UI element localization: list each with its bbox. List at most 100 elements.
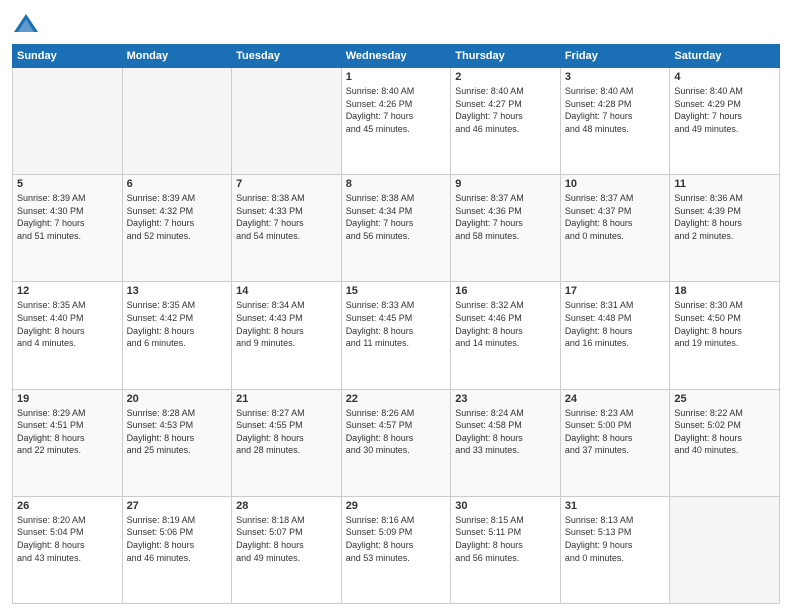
calendar-cell: 24 Sunrise: 8:23 AMSunset: 5:00 PMDayligh…	[560, 389, 670, 496]
cell-content: Sunrise: 8:39 AMSunset: 4:30 PMDaylight:…	[17, 192, 118, 242]
cell-content: Sunrise: 8:29 AMSunset: 4:51 PMDaylight:…	[17, 407, 118, 457]
cell-content: Sunrise: 8:39 AMSunset: 4:32 PMDaylight:…	[127, 192, 228, 242]
day-number: 8	[346, 178, 447, 190]
cell-content: Sunrise: 8:40 AMSunset: 4:26 PMDaylight:…	[346, 85, 447, 135]
header	[12, 10, 780, 38]
calendar-cell: 26 Sunrise: 8:20 AMSunset: 5:04 PMDayligh…	[13, 496, 123, 603]
cell-content: Sunrise: 8:22 AMSunset: 5:02 PMDaylight:…	[674, 407, 775, 457]
day-number: 17	[565, 285, 666, 297]
day-number: 2	[455, 71, 556, 83]
cell-content: Sunrise: 8:34 AMSunset: 4:43 PMDaylight:…	[236, 299, 337, 349]
calendar-cell: 1 Sunrise: 8:40 AMSunset: 4:26 PMDaylight…	[341, 68, 451, 175]
day-number: 26	[17, 500, 118, 512]
cell-content: Sunrise: 8:19 AMSunset: 5:06 PMDaylight:…	[127, 514, 228, 564]
logo	[12, 10, 44, 38]
calendar-week-2: 5 Sunrise: 8:39 AMSunset: 4:30 PMDaylight…	[13, 175, 780, 282]
calendar-cell: 11 Sunrise: 8:36 AMSunset: 4:39 PMDayligh…	[670, 175, 780, 282]
calendar-week-1: 1 Sunrise: 8:40 AMSunset: 4:26 PMDaylight…	[13, 68, 780, 175]
calendar-cell	[122, 68, 232, 175]
calendar-cell: 2 Sunrise: 8:40 AMSunset: 4:27 PMDaylight…	[451, 68, 561, 175]
calendar-cell	[670, 496, 780, 603]
cell-content: Sunrise: 8:38 AMSunset: 4:34 PMDaylight:…	[346, 192, 447, 242]
cell-content: Sunrise: 8:40 AMSunset: 4:29 PMDaylight:…	[674, 85, 775, 135]
calendar-cell: 9Sunrise: 8:37 AMSunset: 4:36 PMDaylight…	[451, 175, 561, 282]
calendar-cell: 27 Sunrise: 8:19 AMSunset: 5:06 PMDayligh…	[122, 496, 232, 603]
day-number: 1	[346, 71, 447, 83]
calendar-cell: 21 Sunrise: 8:27 AMSunset: 4:55 PMDayligh…	[232, 389, 342, 496]
cell-content: Sunrise: 8:15 AMSunset: 5:11 PMDaylight:…	[455, 514, 556, 564]
cell-content: Sunrise: 8:35 AMSunset: 4:40 PMDaylight:…	[17, 299, 118, 349]
calendar-cell: 14 Sunrise: 8:34 AMSunset: 4:43 PMDayligh…	[232, 282, 342, 389]
day-number: 29	[346, 500, 447, 512]
cell-content: Sunrise: 8:23 AMSunset: 5:00 PMDaylight:…	[565, 407, 666, 457]
day-number: 30	[455, 500, 556, 512]
calendar-cell: 16Sunrise: 8:32 AMSunset: 4:46 PMDayligh…	[451, 282, 561, 389]
day-number: 11	[674, 178, 775, 190]
cell-content: Sunrise: 8:18 AMSunset: 5:07 PMDaylight:…	[236, 514, 337, 564]
calendar-cell: 15 Sunrise: 8:33 AMSunset: 4:45 PMDayligh…	[341, 282, 451, 389]
page-container: SundayMondayTuesdayWednesdayThursdayFrid…	[0, 0, 792, 612]
weekday-header-friday: Friday	[560, 45, 670, 68]
calendar-cell: 3 Sunrise: 8:40 AMSunset: 4:28 PMDaylight…	[560, 68, 670, 175]
weekday-header-thursday: Thursday	[451, 45, 561, 68]
calendar-cell: 29 Sunrise: 8:16 AMSunset: 5:09 PMDayligh…	[341, 496, 451, 603]
day-number: 13	[127, 285, 228, 297]
day-number: 24	[565, 393, 666, 405]
calendar-week-3: 12 Sunrise: 8:35 AMSunset: 4:40 PMDayligh…	[13, 282, 780, 389]
day-number: 16	[455, 285, 556, 297]
calendar-cell: 4 Sunrise: 8:40 AMSunset: 4:29 PMDaylight…	[670, 68, 780, 175]
day-number: 14	[236, 285, 337, 297]
calendar-cell	[232, 68, 342, 175]
cell-content: Sunrise: 8:26 AMSunset: 4:57 PMDaylight:…	[346, 407, 447, 457]
day-number: 7	[236, 178, 337, 190]
calendar-week-4: 19Sunrise: 8:29 AMSunset: 4:51 PMDayligh…	[13, 389, 780, 496]
day-number: 5	[17, 178, 118, 190]
calendar-cell: 28Sunrise: 8:18 AMSunset: 5:07 PMDayligh…	[232, 496, 342, 603]
calendar-cell: 25 Sunrise: 8:22 AMSunset: 5:02 PMDayligh…	[670, 389, 780, 496]
calendar-cell: 5 Sunrise: 8:39 AMSunset: 4:30 PMDaylight…	[13, 175, 123, 282]
logo-icon	[12, 10, 40, 38]
day-number: 25	[674, 393, 775, 405]
calendar: SundayMondayTuesdayWednesdayThursdayFrid…	[12, 44, 780, 604]
cell-content: Sunrise: 8:16 AMSunset: 5:09 PMDaylight:…	[346, 514, 447, 564]
day-number: 3	[565, 71, 666, 83]
day-number: 6	[127, 178, 228, 190]
calendar-cell: 13 Sunrise: 8:35 AMSunset: 4:42 PMDayligh…	[122, 282, 232, 389]
calendar-cell: 6 Sunrise: 8:39 AMSunset: 4:32 PMDaylight…	[122, 175, 232, 282]
cell-content: Sunrise: 8:27 AMSunset: 4:55 PMDaylight:…	[236, 407, 337, 457]
cell-content: Sunrise: 8:38 AMSunset: 4:33 PMDaylight:…	[236, 192, 337, 242]
cell-content: Sunrise: 8:37 AMSunset: 4:36 PMDaylight:…	[455, 192, 556, 242]
calendar-cell: 7 Sunrise: 8:38 AMSunset: 4:33 PMDaylight…	[232, 175, 342, 282]
weekday-header-wednesday: Wednesday	[341, 45, 451, 68]
calendar-cell: 19Sunrise: 8:29 AMSunset: 4:51 PMDayligh…	[13, 389, 123, 496]
day-number: 27	[127, 500, 228, 512]
weekday-header-tuesday: Tuesday	[232, 45, 342, 68]
day-number: 18	[674, 285, 775, 297]
cell-content: Sunrise: 8:36 AMSunset: 4:39 PMDaylight:…	[674, 192, 775, 242]
day-number: 23	[455, 393, 556, 405]
cell-content: Sunrise: 8:13 AMSunset: 5:13 PMDaylight:…	[565, 514, 666, 564]
cell-content: Sunrise: 8:30 AMSunset: 4:50 PMDaylight:…	[674, 299, 775, 349]
day-number: 15	[346, 285, 447, 297]
day-number: 21	[236, 393, 337, 405]
cell-content: Sunrise: 8:33 AMSunset: 4:45 PMDaylight:…	[346, 299, 447, 349]
calendar-cell: 8 Sunrise: 8:38 AMSunset: 4:34 PMDaylight…	[341, 175, 451, 282]
day-number: 31	[565, 500, 666, 512]
weekday-header-sunday: Sunday	[13, 45, 123, 68]
weekday-header-saturday: Saturday	[670, 45, 780, 68]
cell-content: Sunrise: 8:28 AMSunset: 4:53 PMDaylight:…	[127, 407, 228, 457]
cell-content: Sunrise: 8:20 AMSunset: 5:04 PMDaylight:…	[17, 514, 118, 564]
day-number: 12	[17, 285, 118, 297]
calendar-cell: 30 Sunrise: 8:15 AMSunset: 5:11 PMDayligh…	[451, 496, 561, 603]
cell-content: Sunrise: 8:31 AMSunset: 4:48 PMDaylight:…	[565, 299, 666, 349]
calendar-cell: 22Sunrise: 8:26 AMSunset: 4:57 PMDayligh…	[341, 389, 451, 496]
day-number: 4	[674, 71, 775, 83]
calendar-cell: 10 Sunrise: 8:37 AMSunset: 4:37 PMDayligh…	[560, 175, 670, 282]
calendar-cell: 18 Sunrise: 8:30 AMSunset: 4:50 PMDayligh…	[670, 282, 780, 389]
cell-content: Sunrise: 8:35 AMSunset: 4:42 PMDaylight:…	[127, 299, 228, 349]
cell-content: Sunrise: 8:40 AMSunset: 4:27 PMDaylight:…	[455, 85, 556, 135]
cell-content: Sunrise: 8:40 AMSunset: 4:28 PMDaylight:…	[565, 85, 666, 135]
day-number: 10	[565, 178, 666, 190]
calendar-cell: 20Sunrise: 8:28 AMSunset: 4:53 PMDayligh…	[122, 389, 232, 496]
cell-content: Sunrise: 8:37 AMSunset: 4:37 PMDaylight:…	[565, 192, 666, 242]
